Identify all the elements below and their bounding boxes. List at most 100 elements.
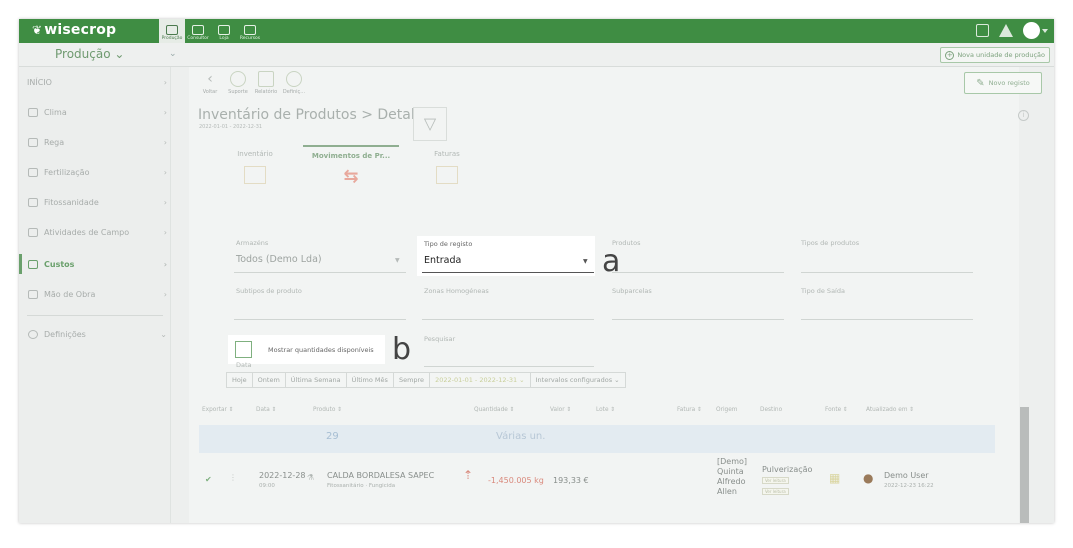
row-origin: [Demo] Quinta Alfredo Allen [717, 457, 748, 496]
th-lote[interactable]: Lote ⇕ [596, 407, 615, 413]
pesquisar-label: Pesquisar [424, 335, 456, 343]
th-exportar[interactable]: Exportar ⇕ [202, 407, 234, 413]
sidebar-item-rega[interactable]: Rega › [19, 132, 171, 152]
user-avatar[interactable] [1023, 22, 1040, 39]
irrigation-icon [28, 137, 38, 147]
area-selector[interactable]: Produção ⌄ [55, 47, 124, 61]
table-row[interactable]: ✔ ⋮ 2022-12-28 09:00 ⚗ CALDA BORDALESA S… [199, 457, 995, 523]
chevron-right-icon: › [163, 167, 167, 177]
back-button[interactable]: ‹ Voltar [199, 71, 221, 95]
th-fonte[interactable]: Fonte ⇕ [825, 407, 848, 413]
tab-movimentos[interactable]: Movimentos de Pr... ⇆ [303, 145, 399, 193]
zonas-underline[interactable] [422, 319, 594, 320]
tab-inventario[interactable]: Inventário [207, 145, 303, 193]
top-nav-loja[interactable]: Loja [211, 19, 237, 43]
sidebar-item-inicio[interactable]: INÍCIO › [19, 72, 171, 92]
th-data[interactable]: Data ⇕ [256, 407, 277, 413]
tab-faturas[interactable]: Faturas [399, 145, 495, 193]
th-origem: Origem [716, 407, 738, 413]
summary-count: 29 [326, 431, 339, 442]
pesquisar-input[interactable] [424, 366, 594, 367]
sidebar-item-custos[interactable]: Custos › [19, 254, 171, 274]
summary-quantity: Várias un. [496, 431, 546, 442]
page-title: Inventário de Produtos > Detalhes [198, 107, 440, 123]
th-atualizado[interactable]: Atualizado em ⇕ [866, 407, 914, 413]
armazens-label: Armazéns [236, 239, 269, 247]
chevron-right-icon: › [163, 137, 167, 147]
row-time: 09:00 [259, 483, 275, 489]
th-valor[interactable]: Valor ⇕ [550, 407, 571, 413]
top-nav-label: Produção [161, 36, 183, 41]
tipo-saida-label: Tipo de Saída [801, 287, 845, 295]
date-range-button[interactable]: 2022-01-01 - 2022-12-31 ⌄ [429, 372, 531, 388]
info-icon[interactable]: i [1018, 110, 1029, 121]
date-hoje-button[interactable]: Hoje [226, 372, 253, 388]
mostrar-label: Mostrar quantidades disponíveis [268, 346, 374, 354]
settings-button[interactable]: Definiç... [283, 71, 305, 95]
cloud-icon [28, 107, 38, 117]
warning-icon[interactable] [999, 24, 1013, 37]
new-unit-label: Nova unidade de produção [957, 51, 1045, 59]
more-vertical-icon[interactable]: ⋮ [229, 473, 237, 482]
row-badge[interactable]: Ver leitura [762, 488, 789, 495]
unit-selector[interactable]: ⌄ [169, 49, 177, 59]
top-nav-producao[interactable]: Produção [159, 19, 185, 43]
top-nav-consultor[interactable]: Consultor [185, 19, 211, 43]
top-nav-label: Recursos [239, 36, 261, 41]
top-nav-label: Consultor [187, 36, 209, 41]
date-semana-button[interactable]: Última Semana [284, 372, 347, 388]
th-destino: Destino [760, 407, 783, 413]
sidebar-item-mao-de-obra[interactable]: Mão de Obra › [19, 284, 171, 304]
new-unit-button[interactable]: + Nova unidade de produção [940, 47, 1050, 63]
table-scrollbar[interactable] [1020, 407, 1029, 523]
sidebar-item-fitossanidade[interactable]: Fitossanidade › [19, 192, 171, 212]
sidebar-item-fertilizacao[interactable]: Fertilização › [19, 162, 171, 182]
filter-button[interactable]: ▽ [413, 107, 447, 141]
date-label: Data [236, 361, 252, 369]
tab-label: Movimentos de Pr... [311, 152, 391, 160]
tipo-saida-underline[interactable] [801, 319, 973, 320]
row-product[interactable]: CALDA BORDALESA SAPEC [327, 471, 434, 480]
tipo-registo-underline [422, 272, 594, 273]
chevron-down-icon: ▼ [583, 258, 588, 265]
tipos-produtos-underline[interactable] [801, 272, 973, 273]
pencil-icon: ✎ [976, 77, 985, 89]
back-label: Voltar [202, 89, 218, 95]
row-badge[interactable]: Ver leitura [762, 477, 789, 484]
date-intervals-button[interactable]: Intervalos configurados ⌄ [529, 372, 626, 388]
subparcelas-underline[interactable] [612, 319, 784, 320]
tab-label: Inventário [237, 150, 273, 158]
sidebar-item-clima[interactable]: Clima › [19, 102, 171, 122]
page-subtitle: 2022-01-01 - 2022-12-31 [199, 124, 263, 130]
sidebar-item-label: Rega [44, 137, 65, 147]
top-bar: ❦ wisecrop Produção Consultor Loja Recurs… [19, 19, 1054, 43]
th-quantidade[interactable]: Quantidade ⇕ [474, 407, 515, 413]
armazens-select[interactable]: Todos (Demo Lda) [236, 254, 322, 265]
user-avatar-icon: ● [863, 471, 874, 485]
row-destination: Pulverização [762, 465, 813, 474]
chevron-right-icon: › [163, 259, 167, 269]
chevron-down-icon[interactable] [1042, 28, 1048, 33]
th-fatura[interactable]: Fatura ⇕ [677, 407, 702, 413]
mostrar-checkbox[interactable] [235, 341, 252, 358]
chevron-down-icon: ▼ [395, 257, 400, 264]
brand-logo[interactable]: ❦ wisecrop [32, 22, 116, 38]
date-mes-button[interactable]: Último Mês [345, 372, 394, 388]
new-record-button[interactable]: ✎ Novo registo [964, 72, 1042, 94]
produtos-underline[interactable] [612, 272, 784, 273]
th-produto[interactable]: Produto ⇕ [313, 407, 342, 413]
support-button[interactable]: Suporte [227, 71, 249, 95]
report-button[interactable]: Relatório [255, 71, 277, 95]
tipo-registo-select[interactable]: Entrada [424, 255, 461, 266]
subtipos-underline[interactable] [234, 319, 406, 320]
date-sempre-button[interactable]: Sempre [392, 372, 431, 388]
sidebar-item-definicoes[interactable]: Definições ⌄ [19, 324, 171, 344]
date-ontem-button[interactable]: Ontem [251, 372, 286, 388]
fertilizer-icon [28, 167, 38, 177]
calendar-icon[interactable]: ▦ [829, 471, 840, 485]
notes-icon[interactable] [976, 24, 989, 37]
chevron-right-icon: › [163, 77, 167, 87]
top-nav-recursos[interactable]: Recursos [237, 19, 263, 43]
sidebar: INÍCIO › Clima › Rega › Fertilização › Fitos… [19, 67, 171, 523]
sidebar-item-atividades[interactable]: Atividades de Campo › [19, 222, 171, 242]
